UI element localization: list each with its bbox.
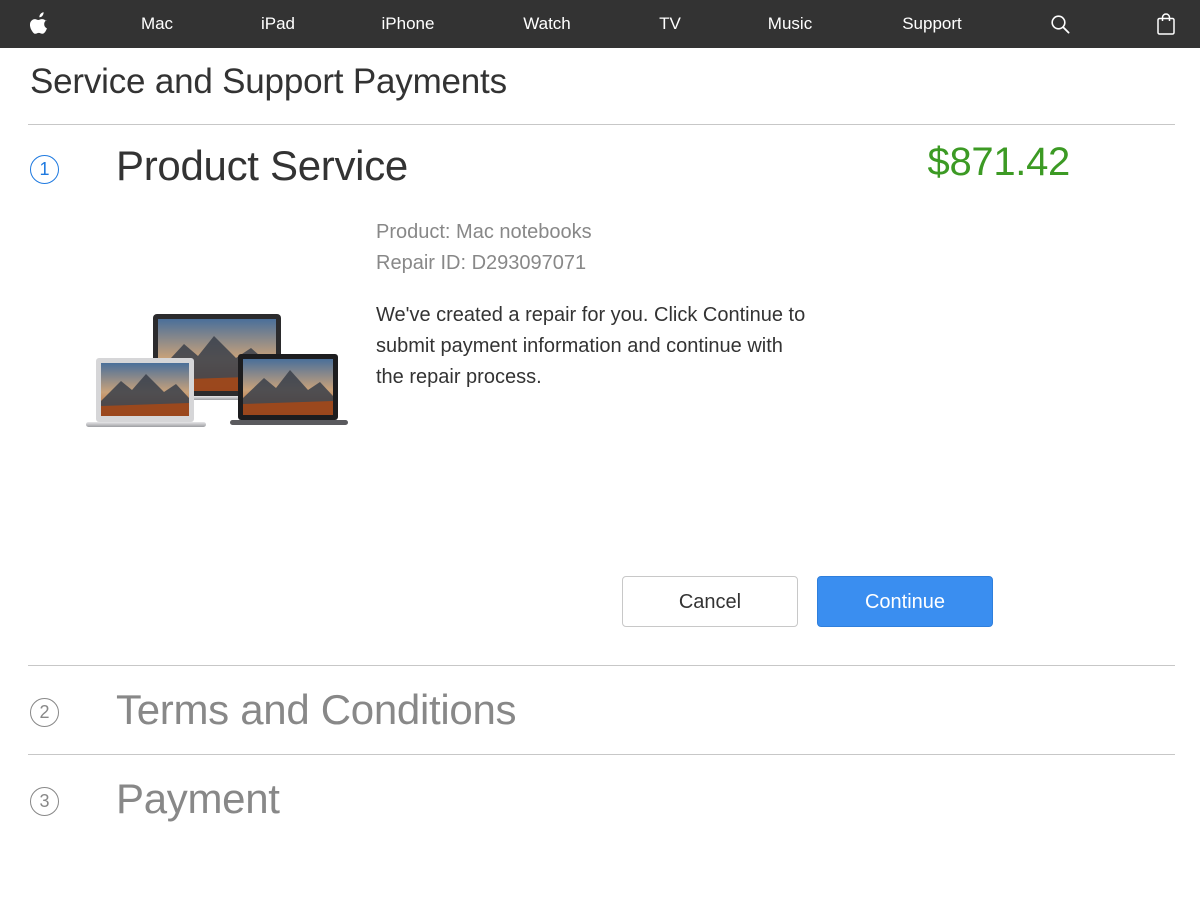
shopping-bag-icon[interactable] (1152, 0, 1180, 48)
nav-item-support[interactable]: Support (891, 0, 973, 48)
divider (28, 665, 1175, 666)
price-amount: $871.42 (927, 140, 1071, 184)
nav-item-mac[interactable]: Mac (122, 0, 192, 48)
apple-logo-icon[interactable] (26, 0, 54, 48)
global-nav: Mac iPad iPhone Watch TV Music Support (0, 0, 1200, 48)
divider (28, 754, 1175, 755)
cancel-button[interactable]: Cancel (622, 576, 798, 627)
continue-button[interactable]: Continue (817, 576, 993, 627)
mac-notebooks-image (86, 306, 350, 428)
step-number-marker: 3 (30, 787, 59, 816)
step-title: Product Service (116, 142, 408, 189)
page-title: Service and Support Payments (30, 62, 507, 101)
search-icon[interactable] (1046, 0, 1074, 48)
nav-item-music[interactable]: Music (752, 0, 828, 48)
product-label: Product: Mac notebooks (376, 221, 592, 243)
step-title: Payment (116, 775, 280, 822)
repair-id-label: Repair ID: D293097071 (376, 252, 587, 274)
nav-item-watch[interactable]: Watch (507, 0, 587, 48)
step-title: Terms and Conditions (116, 686, 517, 733)
repair-description: We've created a repair for you. Click Co… (376, 304, 806, 388)
step-number-marker: 2 (30, 698, 59, 727)
nav-item-iphone[interactable]: iPhone (368, 0, 448, 48)
nav-item-ipad[interactable]: iPad (243, 0, 313, 48)
step-number-marker: 1 (30, 155, 59, 184)
divider (28, 124, 1175, 125)
nav-item-tv[interactable]: TV (645, 0, 695, 48)
